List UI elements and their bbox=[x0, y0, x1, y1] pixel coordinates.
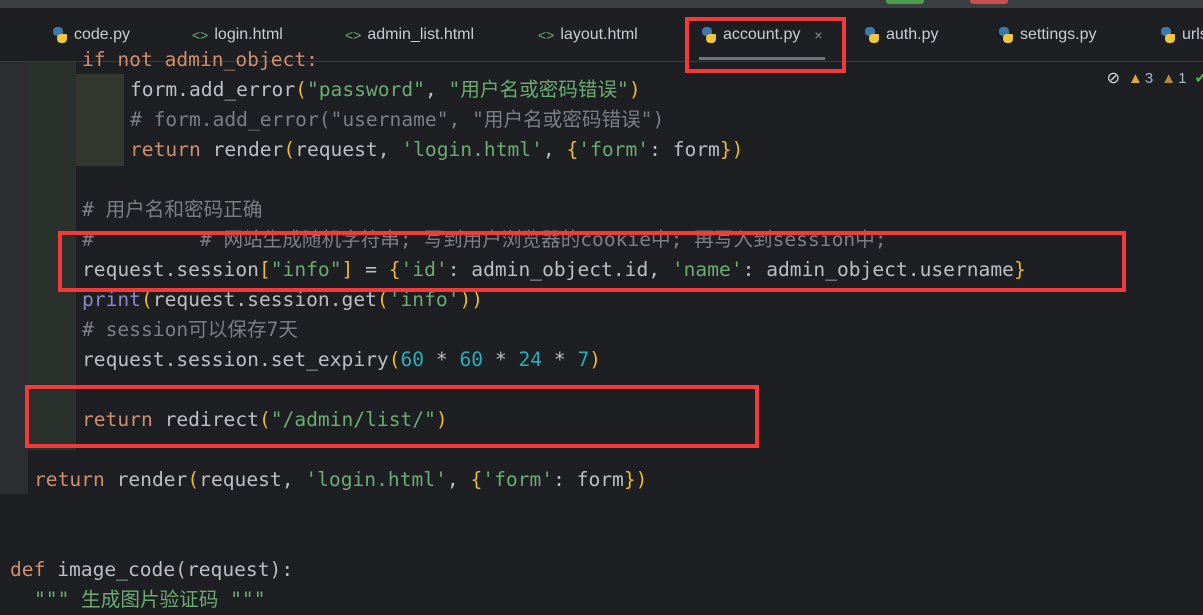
code-line: return render(request, 'login.html', {'f… bbox=[34, 465, 647, 495]
indent-guide bbox=[76, 74, 124, 166]
code-token: 'login.html' bbox=[401, 138, 543, 161]
tab-label: settings.py bbox=[1020, 26, 1097, 43]
tab-label: urls.py bbox=[1182, 26, 1203, 43]
highlight-box-active-tab bbox=[685, 17, 846, 73]
code-token: def bbox=[10, 558, 58, 581]
inspection-widget[interactable]: ⊘ ▲ 3 ▲ 1 ✔ bbox=[1107, 68, 1203, 88]
code-token: (request): bbox=[175, 558, 294, 581]
code-line: # 用户名和密码正确 bbox=[82, 195, 262, 225]
code-token: render bbox=[116, 468, 188, 491]
code-token: , bbox=[446, 468, 471, 491]
code-token: 'login.html' bbox=[305, 468, 447, 491]
highlight-box-session-line bbox=[58, 231, 1126, 292]
tab-admin_list-html[interactable]: <> admin_list.html bbox=[345, 8, 474, 62]
window-indicator-green bbox=[886, 0, 924, 4]
python-icon bbox=[864, 27, 880, 43]
tab-label: layout.html bbox=[560, 26, 638, 43]
code-line: if not admin_object: bbox=[82, 45, 318, 75]
weak-warnings-count: 1 bbox=[1178, 69, 1187, 87]
weak-warning-icon[interactable]: ▲ bbox=[1161, 70, 1176, 87]
code-token: form.add_error bbox=[130, 78, 296, 101]
code-token: ) bbox=[731, 138, 744, 161]
html-icon: <> bbox=[538, 27, 555, 43]
code-token: # form.add_error("username", "用户名或密码错误") bbox=[130, 108, 665, 131]
window-indicator-red bbox=[970, 0, 1008, 4]
code-token: 60 bbox=[459, 348, 484, 371]
code-token: request.session.set_expiry bbox=[82, 348, 389, 371]
code-token: if not admin_object: bbox=[82, 48, 318, 71]
window-title-bar bbox=[0, 0, 1203, 8]
code-token: # 用户名和密码正确 bbox=[82, 198, 263, 221]
code-token: ( bbox=[388, 348, 401, 371]
code-line: def image_code(request): bbox=[10, 555, 293, 585]
tab-label: code.py bbox=[74, 26, 131, 43]
code-token: request, bbox=[295, 138, 402, 161]
code-token: * bbox=[542, 348, 578, 371]
code-token: } bbox=[623, 468, 636, 491]
tab-auth-py[interactable]: auth.py bbox=[864, 8, 938, 62]
code-token: ( bbox=[295, 78, 307, 101]
code-token: ( bbox=[187, 468, 200, 491]
html-icon: <> bbox=[192, 27, 209, 43]
code-token: { bbox=[566, 138, 579, 161]
code-token: "用户名或密码错误" bbox=[448, 78, 629, 101]
code-token: , bbox=[424, 78, 449, 101]
code-token: { bbox=[470, 468, 483, 491]
html-icon: <> bbox=[345, 27, 362, 43]
tab-urls-py[interactable]: urls.py bbox=[1160, 8, 1203, 62]
code-token: ) bbox=[628, 78, 641, 101]
python-icon bbox=[52, 27, 68, 43]
python-icon bbox=[998, 27, 1014, 43]
code-token: 24 bbox=[518, 348, 543, 371]
code-line: request.session.set_expiry(60 * 60 * 24 … bbox=[82, 345, 601, 375]
code-token: image_code bbox=[57, 558, 176, 581]
code-token: """ 生成图片验证码 """ bbox=[34, 588, 266, 611]
code-token: , bbox=[542, 138, 567, 161]
code-token: render bbox=[212, 138, 284, 161]
highlight-box-redirect-line bbox=[25, 385, 759, 448]
eye-crossed-icon[interactable]: ⊘ bbox=[1107, 68, 1120, 88]
code-token: } bbox=[719, 138, 732, 161]
code-line: """ 生成图片验证码 """ bbox=[34, 585, 266, 615]
code-editor[interactable]: if not admin_object: form.add_error("pass… bbox=[0, 48, 1203, 615]
tab-settings-py[interactable]: settings.py bbox=[998, 8, 1096, 62]
tab-layout-html[interactable]: <> layout.html bbox=[538, 8, 638, 62]
code-token: 'form' bbox=[578, 138, 650, 161]
code-line: form.add_error("password", "用户名或密码错误") bbox=[130, 75, 641, 105]
code-token: # session可以保存7天 bbox=[82, 318, 298, 341]
check-icon[interactable]: ✔ bbox=[1194, 69, 1203, 87]
warning-icon[interactable]: ▲ bbox=[1128, 70, 1143, 87]
code-token: 7 bbox=[577, 348, 590, 371]
code-token: * bbox=[424, 348, 460, 371]
code-token: : form bbox=[553, 468, 624, 491]
indent-guide bbox=[0, 62, 28, 494]
code-token: 'form' bbox=[482, 468, 554, 491]
code-line: # form.add_error("username", "用户名或密码错误") bbox=[130, 105, 664, 135]
tab-label: login.html bbox=[214, 26, 283, 43]
code-token: request, bbox=[199, 468, 306, 491]
code-token: 60 bbox=[400, 348, 425, 371]
python-icon bbox=[1160, 27, 1176, 43]
code-token: * bbox=[483, 348, 519, 371]
code-token: return bbox=[130, 138, 213, 161]
code-token: ) bbox=[635, 468, 648, 491]
code-token: return bbox=[34, 468, 117, 491]
tab-label: admin_list.html bbox=[367, 26, 475, 43]
warnings-count: 3 bbox=[1144, 69, 1154, 87]
code-token: ( bbox=[283, 138, 296, 161]
code-token: "password" bbox=[306, 78, 425, 101]
code-token: ) bbox=[589, 348, 602, 371]
code-line: return render(request, 'login.html', {'f… bbox=[130, 135, 743, 165]
code-line: # session可以保存7天 bbox=[82, 315, 298, 345]
tab-label: auth.py bbox=[886, 26, 939, 43]
code-token: : form bbox=[649, 138, 720, 161]
